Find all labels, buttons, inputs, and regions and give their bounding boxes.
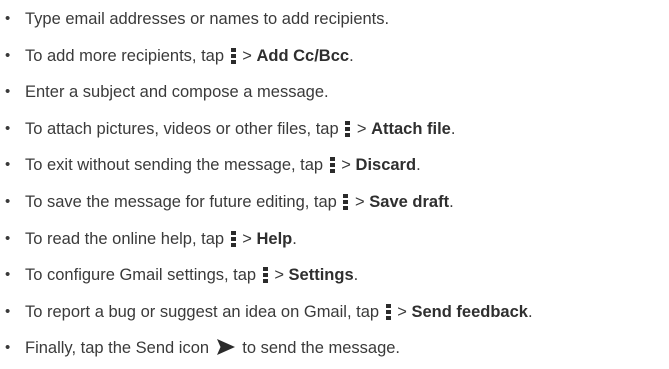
action-label: Save draft (369, 192, 450, 211)
overflow-menu-icon (345, 120, 351, 137)
item-punct: . (349, 46, 354, 65)
item-text-tail: to send the message. (242, 339, 401, 358)
overflow-menu-icon (385, 303, 391, 320)
list-item-add-cc-bcc: • To add more recipients, tap > Add Cc/B… (5, 38, 669, 75)
instructions-page: • Type email addresses or names to add r… (0, 0, 669, 369)
separator: > (355, 192, 365, 211)
item-punct: . (416, 156, 421, 175)
overflow-menu-icon (262, 267, 268, 284)
separator: > (397, 302, 407, 321)
list-item-save-draft: • To save the message for future editing… (5, 184, 669, 221)
item-text: To attach pictures, videos or other file… (25, 119, 339, 138)
separator: > (341, 156, 351, 175)
overflow-menu-icon (230, 230, 236, 247)
item-punct: . (449, 192, 454, 211)
item-text: To report a bug or suggest an idea on Gm… (25, 302, 380, 321)
bullet: • (5, 83, 11, 101)
separator: > (356, 119, 367, 138)
bullet: • (5, 156, 11, 174)
separator: > (242, 229, 252, 248)
list-item-compose: • Enter a subject and compose a message. (5, 74, 669, 111)
bullet: • (5, 192, 11, 210)
bullet: • (5, 119, 11, 137)
bullet: • (5, 229, 11, 247)
bullet: • (5, 339, 11, 357)
item-punct: . (527, 302, 533, 321)
action-label: Send feedback (411, 302, 528, 321)
bullet: • (5, 302, 11, 320)
item-text: To read the online help, tap (25, 229, 225, 248)
item-text: To add more recipients, tap (25, 46, 225, 65)
item-text: To exit without sending the message, tap (25, 156, 324, 175)
overflow-menu-icon (230, 47, 236, 64)
bullet: • (5, 46, 11, 64)
send-icon (216, 339, 235, 356)
list-item-settings: • To configure Gmail settings, tap > Set… (5, 257, 669, 294)
item-text: Finally, tap the Send icon (25, 339, 210, 358)
item-text: To configure Gmail settings, tap (25, 266, 257, 285)
item-punct: . (353, 266, 359, 285)
bullet: • (5, 10, 11, 27)
item-punct: . (292, 229, 297, 248)
list-item-add-recipients: • Type email addresses or names to add r… (5, 1, 669, 38)
bullet: • (5, 266, 11, 284)
separator: > (242, 46, 252, 65)
item-punct: . (450, 119, 456, 138)
action-label: Settings (288, 266, 354, 285)
item-text: Type email addresses or names to add rec… (25, 10, 390, 28)
list-item-send: • Finally, tap the Send icon to send the… (5, 330, 669, 367)
list-item-help: • To read the online help, tap > Help. (5, 221, 669, 258)
list-item-attach-file: • To attach pictures, videos or other fi… (5, 111, 669, 148)
list-item-send-feedback: • To report a bug or suggest an idea on … (5, 294, 669, 331)
separator: > (274, 266, 284, 285)
overflow-menu-icon (343, 193, 349, 210)
action-label: Attach file (371, 119, 451, 138)
action-label: Help (256, 229, 293, 248)
item-text: To save the message for future editing, … (25, 192, 337, 211)
action-label: Add Cc/Bcc (256, 46, 350, 65)
action-label: Discard (355, 156, 417, 175)
overflow-menu-icon (329, 157, 335, 174)
instruction-list: • Type email addresses or names to add r… (5, 1, 669, 367)
list-item-discard: • To exit without sending the message, t… (5, 147, 669, 184)
item-text: Enter a subject and compose a message. (25, 83, 329, 102)
